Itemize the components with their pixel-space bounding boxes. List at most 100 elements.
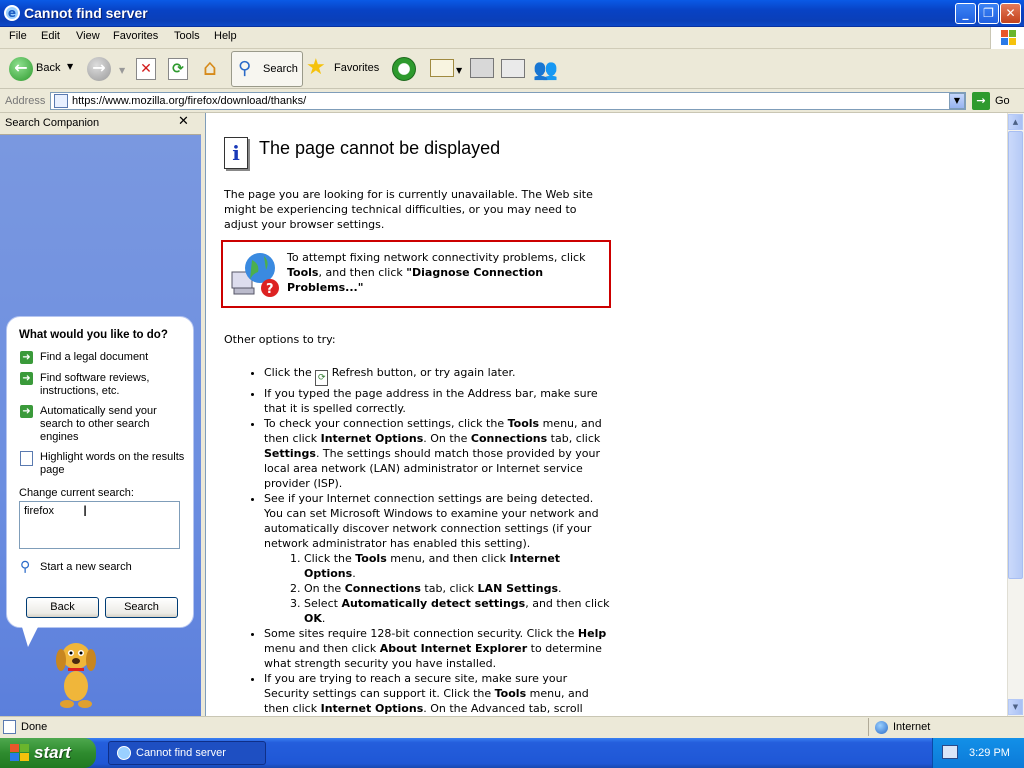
b5-about: About Internet Explorer xyxy=(379,642,528,655)
b3-c: . On the xyxy=(423,432,471,445)
arrow-icon: ➜ xyxy=(20,351,33,364)
intro-text: The page you are looking for is currentl… xyxy=(224,188,593,231)
n1-a: Click the xyxy=(304,552,356,565)
home-icon[interactable]: ⌂ xyxy=(198,57,222,81)
options-list: Click the ⟳ Refresh button, or try again… xyxy=(248,365,610,716)
minimize-button[interactable]: _ xyxy=(955,3,976,24)
sidebar-question: What would you like to do? xyxy=(19,329,168,341)
tray-network-icon[interactable] xyxy=(942,745,958,759)
search-icon: ⚲ xyxy=(20,559,31,575)
steps-list: Click the Tools menu, and then click Int… xyxy=(264,551,610,626)
arrow-icon: ➜ xyxy=(20,372,33,385)
scroll-thumb[interactable] xyxy=(1008,131,1023,579)
b1-pre: Click the xyxy=(264,366,316,379)
n3-ok: OK xyxy=(304,612,322,625)
b3-d: tab, click xyxy=(547,432,601,445)
go-arrow-icon[interactable]: → xyxy=(972,92,990,110)
favorites-star-icon[interactable]: ★ xyxy=(306,55,326,80)
menu-view[interactable]: View xyxy=(76,30,100,42)
change-search-label: Change current search: xyxy=(19,487,134,499)
tools-bold: Tools xyxy=(287,266,319,279)
chevron-down-icon: ▼ xyxy=(67,62,74,71)
n1-c: . xyxy=(352,567,356,580)
other-options-label: Other options to try: xyxy=(224,333,336,346)
favorites-label[interactable]: Favorites xyxy=(334,62,379,74)
option-check-address: If you typed the page address in the Add… xyxy=(264,386,610,416)
step-1: Click the Tools menu, and then click Int… xyxy=(304,551,610,581)
option-software-reviews[interactable]: Find software reviews, instructions, etc… xyxy=(40,372,190,398)
close-button[interactable]: ✕ xyxy=(1000,3,1021,24)
b5-b: menu and then click xyxy=(264,642,380,655)
b5-a: Some sites require 128-bit connection se… xyxy=(264,627,578,640)
option-128bit: Some sites require 128-bit connection se… xyxy=(264,626,610,671)
b3-a: To check your connection settings, click… xyxy=(264,417,508,430)
history-icon[interactable] xyxy=(392,57,416,81)
status-text: Done xyxy=(21,721,48,733)
chevron-down-icon[interactable]: ▼ xyxy=(456,66,462,75)
option-legal-document[interactable]: Find a legal document xyxy=(40,351,190,364)
scroll-down-button[interactable]: ▼ xyxy=(1008,699,1023,715)
status-divider xyxy=(868,718,869,736)
messenger-icon[interactable]: 👥 xyxy=(533,57,558,81)
diagnose-text: To attempt fixing network connectivity p… xyxy=(287,250,605,295)
menu-edit[interactable]: Edit xyxy=(41,30,60,42)
n3-auto: Automatically detect settings xyxy=(341,597,526,610)
refresh-page-icon: ⟳ xyxy=(315,370,329,386)
forward-arrow-icon[interactable]: → xyxy=(87,57,111,81)
b6-tools: Tools xyxy=(494,687,527,700)
page-heading: The page cannot be displayed xyxy=(259,138,501,158)
print-icon[interactable] xyxy=(470,58,494,78)
search-icon: ⚲ xyxy=(238,58,252,79)
windows-logo-icon xyxy=(990,27,1024,49)
option-send-search[interactable]: Automatically send your search to other … xyxy=(40,405,190,444)
go-label[interactable]: Go xyxy=(995,95,1010,107)
back-label: Back xyxy=(36,62,61,74)
address-url: https://www.mozilla.org/firefox/download… xyxy=(72,95,307,107)
diagnose-mid: , and then click xyxy=(318,266,407,279)
search-label: Search xyxy=(263,63,298,75)
zone-text: Internet xyxy=(893,721,931,733)
stop-icon[interactable]: ✕ xyxy=(136,58,156,80)
ie-icon: e xyxy=(4,5,20,21)
option-auto-detect: See if your Internet connection settings… xyxy=(264,491,610,626)
title-bar xyxy=(0,0,1024,27)
search-dog-icon xyxy=(52,638,100,710)
option-highlight-words[interactable]: Highlight words on the results page xyxy=(40,451,190,477)
diagnose-line: To attempt fixing network connectivity p… xyxy=(287,251,586,264)
clock[interactable]: 3:29 PM xyxy=(969,747,1010,759)
scroll-up-button[interactable]: ▲ xyxy=(1008,114,1023,130)
start-new-search-link[interactable]: Start a new search xyxy=(40,561,132,573)
info-icon: i xyxy=(224,137,248,169)
windows-flag-icon xyxy=(10,744,30,765)
n2-lan: LAN Settings xyxy=(477,582,559,595)
maximize-button[interactable]: ❐ xyxy=(978,3,999,24)
b6-c: . On the Advanced tab, scroll xyxy=(423,702,583,715)
b3-settings: Settings xyxy=(264,447,316,460)
page-icon xyxy=(54,94,68,108)
n1-b: menu, and then click xyxy=(386,552,510,565)
ie-taskbar-icon xyxy=(117,746,131,760)
sidebar-close-icon[interactable]: ✕ xyxy=(178,114,189,129)
back-button[interactable]: ← Back ▼ xyxy=(6,53,88,85)
n3-a: Select xyxy=(304,597,342,610)
menu-tools[interactable]: Tools xyxy=(174,30,200,42)
search-button[interactable]: ⚲ Search xyxy=(231,51,303,87)
option-check-connection: To check your connection settings, click… xyxy=(264,416,610,491)
status-bar xyxy=(0,716,1024,738)
menu-help[interactable]: Help xyxy=(214,30,237,42)
menu-file[interactable]: File xyxy=(9,30,27,42)
search-value: firefox xyxy=(24,505,54,517)
b3-conn: Connections xyxy=(470,432,548,445)
refresh-icon[interactable]: ⟳ xyxy=(168,58,188,80)
edit-icon[interactable] xyxy=(501,59,525,78)
address-dropdown-button[interactable]: ▼ xyxy=(949,93,965,109)
option-secure-site: If you are trying to reach a secure site… xyxy=(264,671,610,716)
menu-favorites[interactable]: Favorites xyxy=(113,30,158,42)
highlight-icon xyxy=(20,451,33,466)
chevron-down-icon[interactable]: ▼ xyxy=(119,66,125,75)
sidebar-back-button[interactable]: Back xyxy=(26,597,99,618)
mail-icon[interactable] xyxy=(430,59,454,77)
b3-io: Internet Options xyxy=(320,432,424,445)
arrow-icon: ➜ xyxy=(20,405,33,418)
sidebar-search-button[interactable]: Search xyxy=(105,597,178,618)
